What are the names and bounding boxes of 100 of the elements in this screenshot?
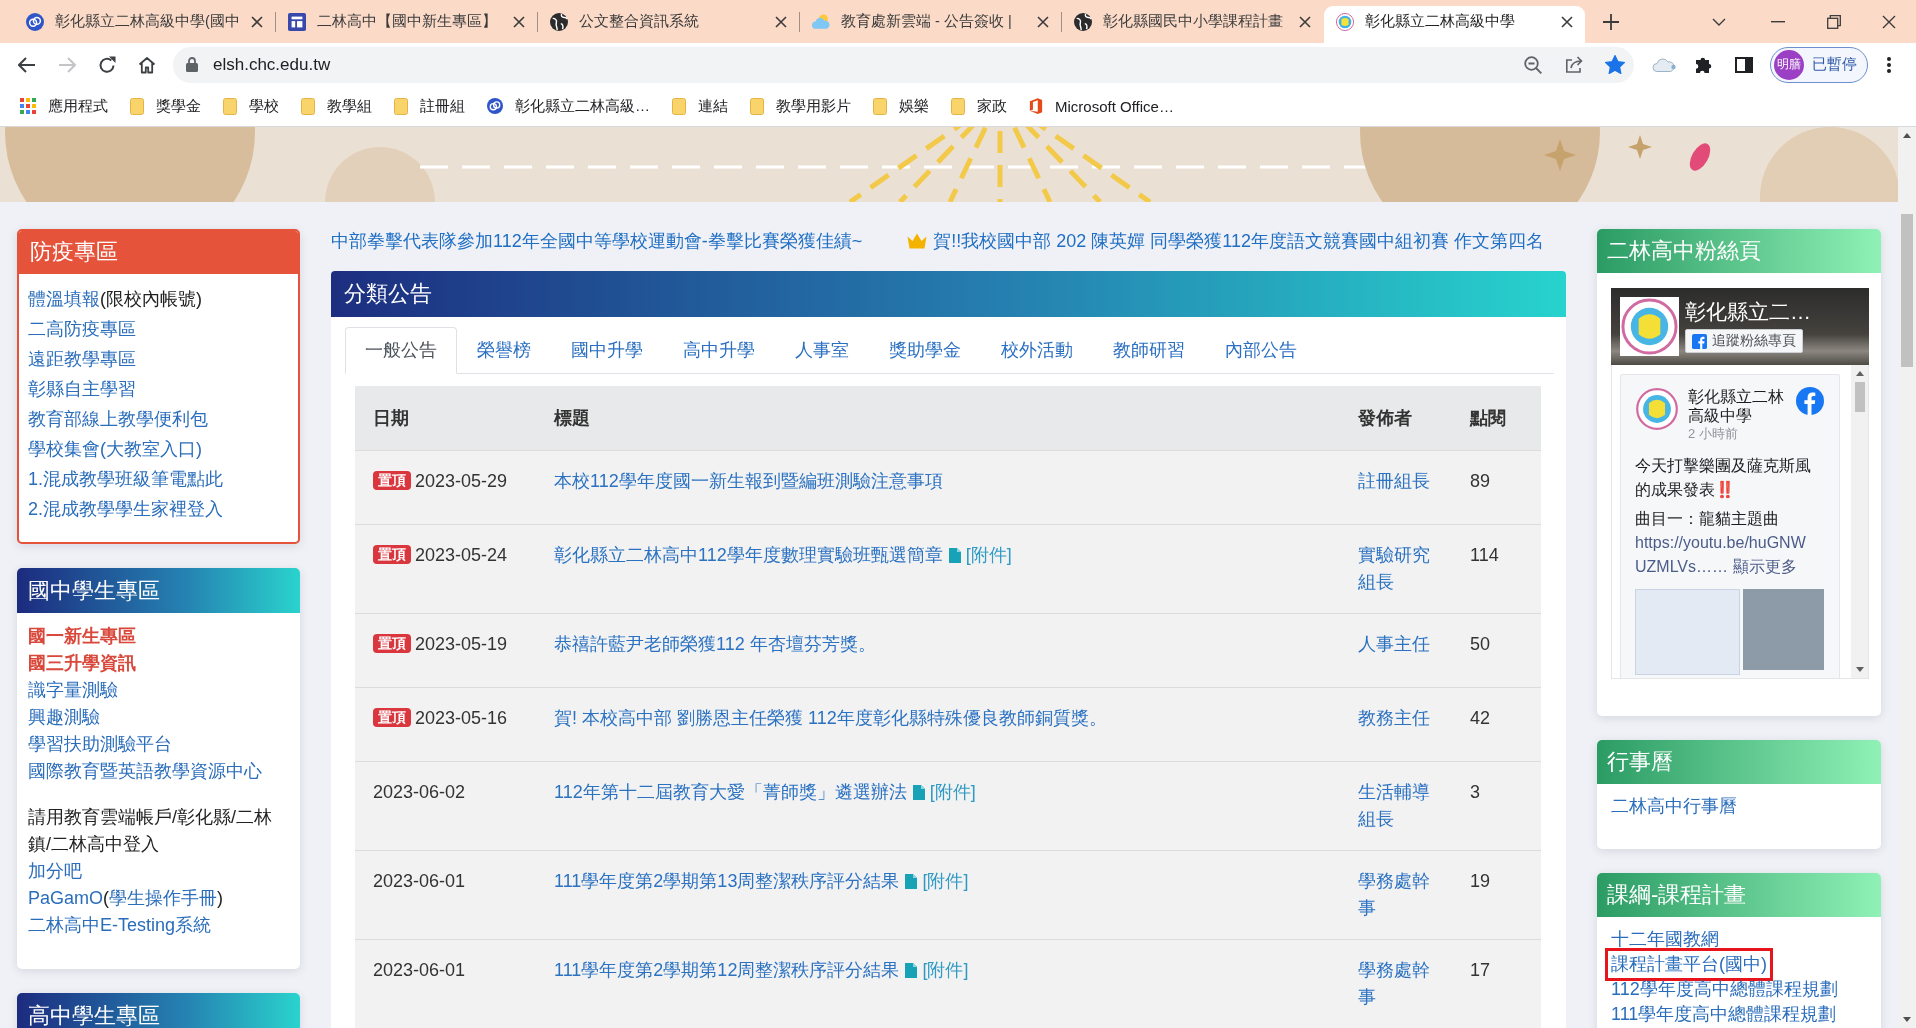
kebab-menu-icon[interactable] [1887, 56, 1891, 73]
tab[interactable]: 校外活動 [981, 327, 1093, 374]
caret-down-icon[interactable] [1855, 667, 1864, 672]
browser-tab[interactable]: 教育處新雲端 - 公告簽收 | [800, 6, 1061, 43]
publisher-link[interactable]: 人事主任 [1358, 630, 1430, 658]
sidebar-link[interactable]: 112學年度高中總體課程規劃 [1611, 979, 1838, 999]
browser-tab[interactable]: 彰化縣國民中小學課程計畫 [1062, 6, 1323, 43]
browser-tab[interactable]: 彰化縣立二林高級中學 [1324, 6, 1585, 43]
sidebar-link[interactable]: 課程計畫平台(國中) [1605, 948, 1773, 981]
sidebar-link[interactable]: 興趣測驗 [28, 707, 100, 727]
sidebar-link[interactable]: 1.混成教學班級筆電點此 [28, 469, 223, 489]
sidebar-link[interactable]: 二林高中E-Testing系統 [28, 915, 212, 935]
bookmark[interactable]: 教學組 [295, 91, 378, 121]
sidebar-link[interactable]: 加分吧 [28, 861, 82, 881]
sidebar-link[interactable]: 學習扶助測驗平台 [28, 734, 172, 754]
bookmark[interactable]: 家政 [945, 91, 1013, 121]
publisher-link[interactable]: 學務處幹事 [1358, 867, 1434, 922]
title-link[interactable]: 111學年度第2學期第12周整潔秩序評分結果 [554, 959, 900, 980]
title-link[interactable]: 112年第十二屆教育大愛「菁師獎」遴選辦法 [554, 781, 907, 802]
browser-tab[interactable]: 二林高中【國中新生專區】 [276, 6, 537, 43]
bookmark[interactable]: 彰化縣立二林高級… [481, 91, 656, 121]
attachment-link[interactable]: [附件] [922, 870, 969, 891]
tab[interactable]: 榮譽榜 [457, 327, 551, 374]
follow-button[interactable]: 追蹤粉絲專頁 [1685, 329, 1803, 353]
star-icon[interactable] [1605, 55, 1625, 74]
address-bar[interactable]: elsh.chc.edu.tw [173, 46, 1634, 83]
zoom-out-icon[interactable] [1524, 55, 1542, 74]
sidebar-link[interactable]: 教育部線上教學便利包 [28, 409, 208, 429]
news-link[interactable]: 賀!!我校國中部 202 陳英嬋 同學榮獲112年度語文競賽國中組初賽 作文第四名 [933, 229, 1544, 253]
sidebar-link[interactable]: 國三升學資訊 [28, 653, 136, 673]
sidebar-link[interactable]: 二林高中行事曆 [1611, 796, 1737, 816]
post-link[interactable]: https://youtu.be/huGNW [1635, 534, 1806, 551]
browser-tab[interactable]: 公文整合資訊系統 [538, 6, 799, 43]
post-author[interactable]: 彰化縣立二林高級中學 [1688, 387, 1787, 425]
tab[interactable]: 內部公告 [1205, 327, 1317, 374]
bookmark[interactable]: 教學用影片 [744, 91, 857, 121]
tab[interactable]: 人事室 [775, 327, 869, 374]
page-name[interactable]: 彰化縣立二… [1685, 300, 1811, 324]
lock-icon[interactable] [186, 57, 198, 72]
tab[interactable]: 高中升學 [663, 327, 775, 374]
profile-button[interactable]: 明膳 已暫停 [1770, 46, 1868, 83]
bookmark[interactable]: 連結 [666, 91, 734, 121]
caret-down-icon[interactable] [1903, 1017, 1911, 1022]
side-panel-icon[interactable] [1735, 56, 1753, 73]
bookmark[interactable]: 獎學金 [124, 91, 207, 121]
home-icon[interactable] [138, 55, 156, 74]
publisher-link[interactable]: 生活輔導組長 [1358, 778, 1434, 833]
publisher-link[interactable]: 學務處幹事 [1358, 956, 1434, 1011]
sidebar-link[interactable]: 學生操作手冊 [109, 888, 218, 908]
close-icon[interactable] [513, 15, 525, 28]
bookmark[interactable]: 註冊組 [388, 91, 471, 121]
share-icon[interactable] [1565, 56, 1583, 73]
restore-icon[interactable] [1827, 14, 1841, 29]
title-link[interactable]: 恭禧許藍尹老師榮獲112 年杏壇芬芳獎。 [554, 633, 876, 654]
close-icon[interactable] [775, 15, 787, 28]
news-link[interactable]: 中部拳擊代表隊參加112年全國中等學校運動會-拳擊比賽榮獲佳績~ [331, 229, 863, 253]
scrollbar-thumb[interactable] [1901, 214, 1913, 367]
publisher-link[interactable]: 實驗研究組長 [1358, 541, 1434, 596]
sidebar-link[interactable]: 學校集會(大教室入口) [28, 439, 202, 459]
bookmark[interactable]: 學校 [217, 91, 285, 121]
arrow-left-icon[interactable] [18, 56, 36, 73]
attachment-link[interactable]: [附件] [929, 781, 976, 802]
title-link[interactable]: 賀! 本校高中部 劉勝恩主任榮獲 112年度彰化縣特殊優良教師銅質獎。 [554, 707, 1107, 728]
tab[interactable]: 獎助學金 [869, 327, 981, 374]
close-icon[interactable] [1299, 15, 1311, 28]
plus-icon[interactable] [1603, 13, 1619, 30]
close-icon[interactable] [1882, 14, 1896, 29]
minimize-icon[interactable] [1771, 20, 1785, 23]
publisher-link[interactable]: 註冊組長 [1358, 467, 1430, 495]
sidebar-link[interactable]: 國一新生專區 [28, 626, 136, 646]
attachment-link[interactable]: [附件] [965, 544, 1012, 565]
puzzle-icon[interactable] [1694, 55, 1714, 74]
browser-tab[interactable]: 彰化縣立二林高級中學(國中 [14, 6, 275, 43]
bookmark[interactable]: Microsoft Office… [1023, 91, 1180, 121]
title-link[interactable]: 彰化縣立二林高中112學年度數理實驗班甄選簡章 [554, 544, 943, 565]
reload-icon[interactable] [98, 55, 116, 74]
sidebar-link[interactable]: 體溫填報 [28, 289, 100, 309]
sidebar-link[interactable]: 識字量測驗 [28, 680, 118, 700]
bookmark[interactable]: 娛樂 [867, 91, 935, 121]
sidebar-link[interactable]: 十二年國教網 [1611, 929, 1719, 949]
caret-up-icon[interactable] [1855, 371, 1864, 376]
sidebar-link[interactable]: 2.混成教學學生家裡登入 [28, 499, 223, 519]
sidebar-link[interactable]: 遠距教學專區 [28, 349, 136, 369]
sidebar-link[interactable]: 二高防疫專區 [28, 319, 136, 339]
sidebar-link[interactable]: PaGamO [28, 888, 104, 908]
publisher-link[interactable]: 教務主任 [1358, 704, 1430, 732]
caret-up-icon[interactable] [1903, 133, 1911, 138]
sidebar-link[interactable]: 國際教育暨英語教學資源中心 [28, 761, 262, 781]
tab[interactable]: 國中升學 [551, 327, 663, 374]
close-icon[interactable] [1037, 15, 1049, 28]
post-link[interactable]: UZMLVs…… [1635, 558, 1729, 575]
bookmark[interactable]: 應用程式 [14, 91, 114, 121]
see-more-link[interactable]: 顯示更多 [1732, 558, 1797, 575]
tab[interactable]: 教師研習 [1093, 327, 1205, 374]
title-link[interactable]: 111學年度第2學期第13周整潔秩序評分結果 [554, 870, 900, 891]
close-icon[interactable] [251, 15, 263, 28]
attachment-link[interactable]: [附件] [922, 959, 969, 980]
caret-down-icon[interactable] [1712, 17, 1726, 26]
close-icon[interactable] [1561, 15, 1573, 28]
facebook-icon[interactable] [1796, 387, 1824, 415]
